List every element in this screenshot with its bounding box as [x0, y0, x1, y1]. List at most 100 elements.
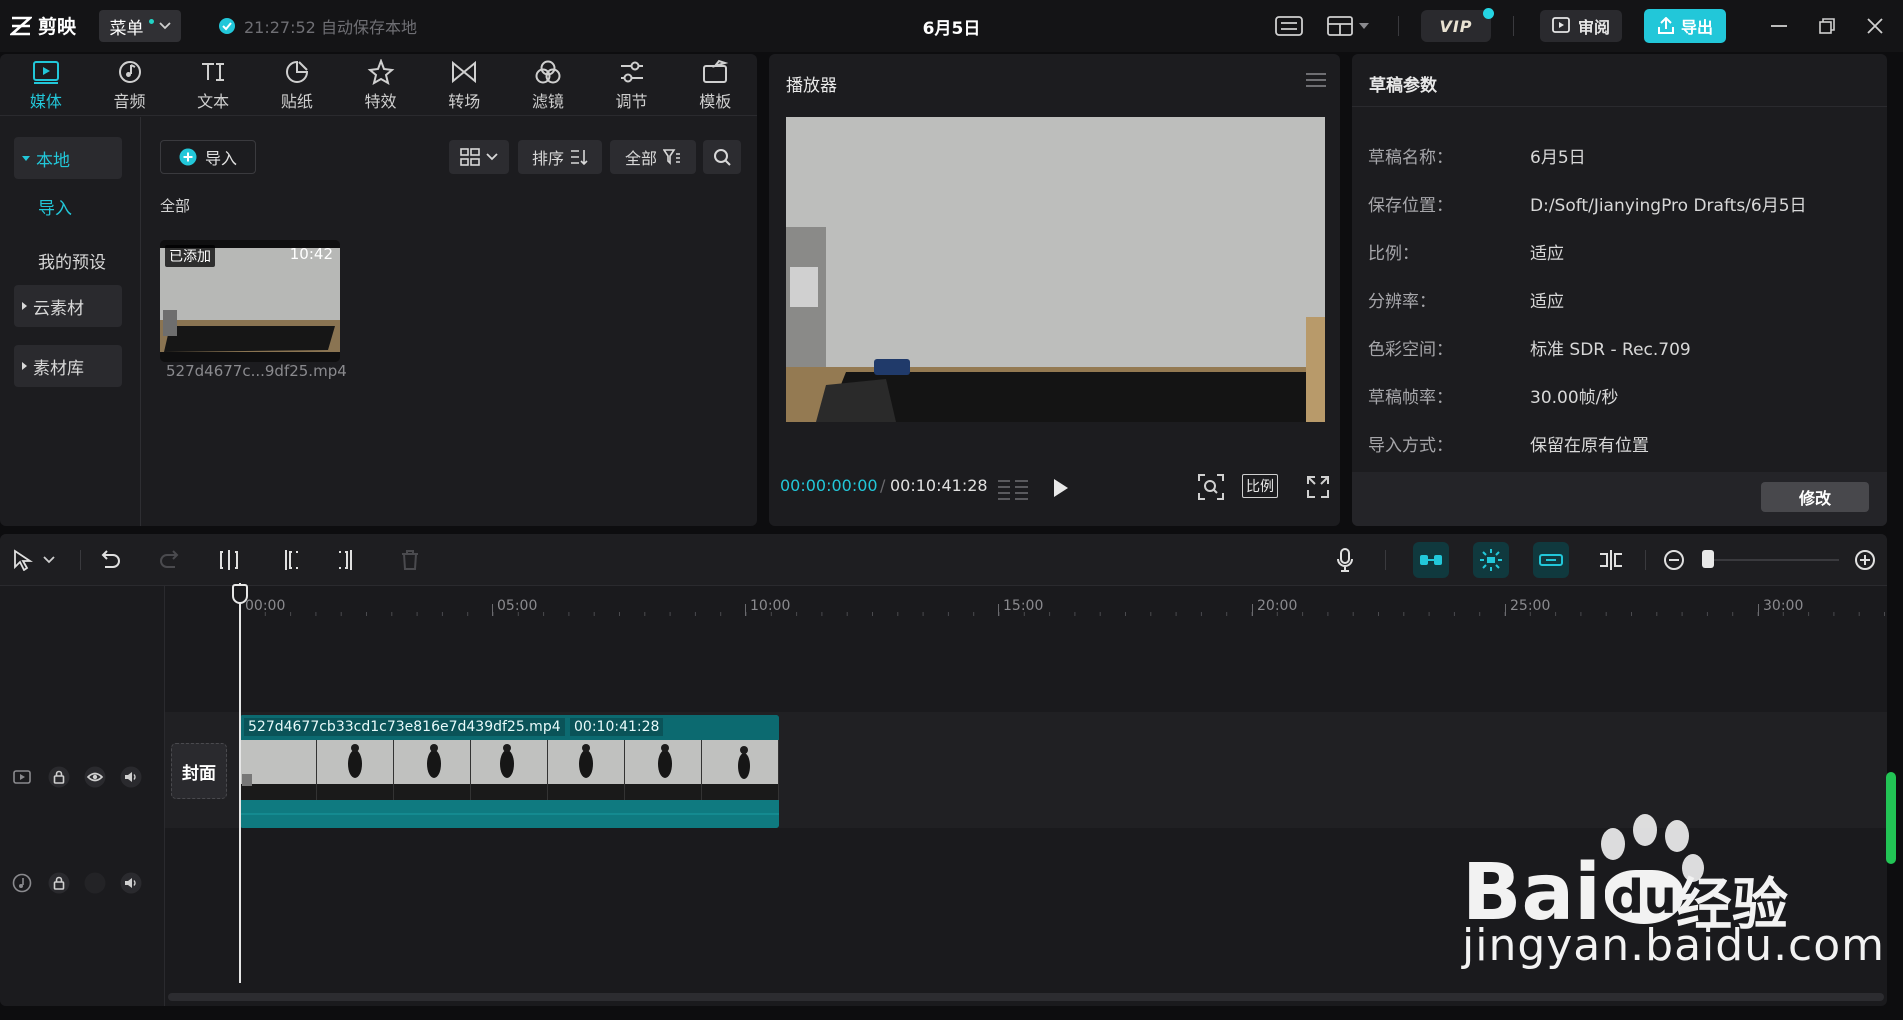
trim-right-icon[interactable] [335, 547, 361, 573]
chevron-down-icon [158, 22, 171, 30]
zoom-slider-handle[interactable] [1702, 550, 1714, 568]
volume-icon[interactable] [120, 872, 142, 894]
ruler-major-tick [492, 604, 493, 616]
review-label: 审阅 [1577, 18, 1610, 37]
sort-label: 排序 [531, 149, 564, 168]
autosave-text: 21:27:52 自动保存本地 [244, 18, 417, 37]
lock-icon[interactable] [48, 872, 70, 894]
layout-switch-button[interactable] [1327, 15, 1369, 37]
horizontal-scrollbar[interactable] [168, 993, 1884, 1001]
close-icon[interactable] [1863, 14, 1887, 38]
chevron-down-icon[interactable] [42, 547, 56, 573]
trim-left-icon[interactable] [276, 547, 302, 573]
sidebar-item-local[interactable]: 本地 [14, 137, 122, 179]
player-panel: 播放器 00:00:00:00 / 00:10:41:28 比例 [769, 54, 1340, 526]
current-timecode: 00:00:00:00 [780, 476, 878, 495]
main-track-magnet-button[interactable] [1413, 542, 1449, 578]
audio-icon [116, 59, 144, 85]
audio-track-icon [11, 872, 33, 894]
restore-icon[interactable] [1815, 14, 1839, 38]
sort-button[interactable]: 排序 [518, 140, 602, 174]
view-mode-button[interactable] [449, 140, 509, 174]
param-import-mode: 导入方式： 保留在原有位置 [1368, 431, 1649, 456]
playhead-line[interactable] [239, 583, 241, 983]
redo-icon[interactable] [157, 547, 183, 573]
microphone-icon[interactable] [1332, 547, 1358, 573]
tab-label: 转场 [448, 91, 481, 111]
review-button[interactable]: 审阅 [1540, 10, 1622, 42]
ruler-major-tick [998, 604, 999, 616]
shortcut-keyboard-icon[interactable] [1275, 15, 1303, 37]
vip-notification-dot [1483, 8, 1494, 19]
volume-icon[interactable] [120, 766, 142, 788]
section-title: 全部 [160, 197, 191, 215]
import-button[interactable]: 导入 [160, 140, 256, 174]
import-label: 导入 [204, 149, 237, 168]
ruler-major-tick [1252, 604, 1253, 616]
timeline-list-icon[interactable] [997, 478, 1029, 500]
video-clip[interactable]: 527d4677cb33cd1c73e816e7d439df25.mp4 00:… [240, 715, 779, 828]
playhead-handle[interactable] [232, 584, 248, 604]
tab-sticker[interactable]: 贴纸 [255, 54, 339, 116]
timeline-ruler[interactable]: 00:00 05:00 10:00 15:00 20:00 25:00 30:0… [165, 586, 1887, 622]
play-button-icon[interactable] [1052, 478, 1070, 498]
zoom-in-icon[interactable] [1852, 547, 1878, 573]
tab-audio[interactable]: 音频 [88, 54, 172, 116]
clip-audio-waveform [240, 800, 779, 828]
sidebar-item-cloud[interactable]: 云素材 [14, 285, 122, 327]
sidebar-item-label: 云素材 [33, 298, 84, 319]
tab-label: 调节 [615, 91, 648, 111]
video-preview[interactable] [786, 117, 1325, 422]
delete-icon[interactable] [397, 547, 423, 573]
divider [1352, 106, 1887, 107]
tab-adjust[interactable]: 调节 [590, 54, 674, 116]
tab-media[interactable]: 媒体 [4, 54, 88, 116]
tab-label: 媒体 [29, 91, 62, 111]
sidebar-item-import[interactable]: 导入 [38, 194, 72, 219]
auto-snap-button[interactable] [1473, 542, 1509, 578]
vertical-scrollbar[interactable] [1886, 772, 1896, 864]
linkage-button[interactable] [1533, 542, 1569, 578]
fullscreen-icon[interactable] [1307, 476, 1329, 498]
modify-button[interactable]: 修改 [1761, 482, 1869, 512]
sidebar-item-presets[interactable]: 我的预设 [38, 248, 106, 273]
ratio-button[interactable]: 比例 [1242, 474, 1278, 498]
minimize-icon[interactable] [1767, 14, 1791, 38]
filter-button[interactable]: 全部 [610, 140, 696, 174]
search-button[interactable] [703, 140, 741, 174]
cover-button[interactable]: 封面 [171, 743, 227, 799]
zoom-out-icon[interactable] [1661, 547, 1687, 573]
media-item-name: 527d4677c...9df25.mp4 [166, 362, 347, 380]
sidebar-item-library[interactable]: 素材库 [14, 345, 122, 387]
undo-icon[interactable] [97, 547, 123, 573]
title-bar: 剪映 菜单 21:27:52 自动保存本地 6月5日 VIP 审阅 导出 [0, 0, 1903, 52]
draft-footer: 修改 [1352, 472, 1887, 526]
param-value: 6月5日 [1530, 148, 1586, 168]
zoom-frame-icon[interactable] [1198, 474, 1224, 500]
select-cursor-icon[interactable] [10, 547, 36, 573]
filter-label: 全部 [624, 149, 657, 168]
eye-icon[interactable] [84, 766, 106, 788]
zoom-slider-track[interactable] [1703, 559, 1839, 561]
tab-transition[interactable]: 转场 [422, 54, 506, 116]
tab-template[interactable]: 模板 [673, 54, 757, 116]
clip-duration: 00:10:41:28 [570, 718, 664, 736]
tab-effects[interactable]: 特效 [339, 54, 423, 116]
export-button[interactable]: 导出 [1644, 9, 1726, 43]
media-item-thumbnail[interactable]: 已添加 10:42 [160, 240, 340, 362]
menu-button[interactable]: 菜单 [99, 10, 181, 42]
watermark-url: jingyan.baidu.com [1462, 920, 1886, 971]
upload-icon [1657, 17, 1675, 35]
menu-label: 菜单 [109, 18, 144, 39]
lock-icon[interactable] [48, 766, 70, 788]
tab-text[interactable]: 文本 [171, 54, 255, 116]
ruler-major-tick [745, 604, 746, 616]
preview-axis-icon[interactable] [1598, 547, 1624, 573]
draft-params-panel: 草稿参数 草稿名称： 6月5日 保存位置： D:/Soft/JianyingPr… [1352, 54, 1887, 526]
hamburger-menu-icon[interactable] [1306, 72, 1326, 88]
tab-filter[interactable]: 滤镜 [506, 54, 590, 116]
video-track-icon [11, 766, 33, 788]
vip-button[interactable]: VIP [1421, 8, 1494, 42]
magnet-link-icon [1419, 553, 1443, 567]
split-icon[interactable] [216, 547, 242, 573]
